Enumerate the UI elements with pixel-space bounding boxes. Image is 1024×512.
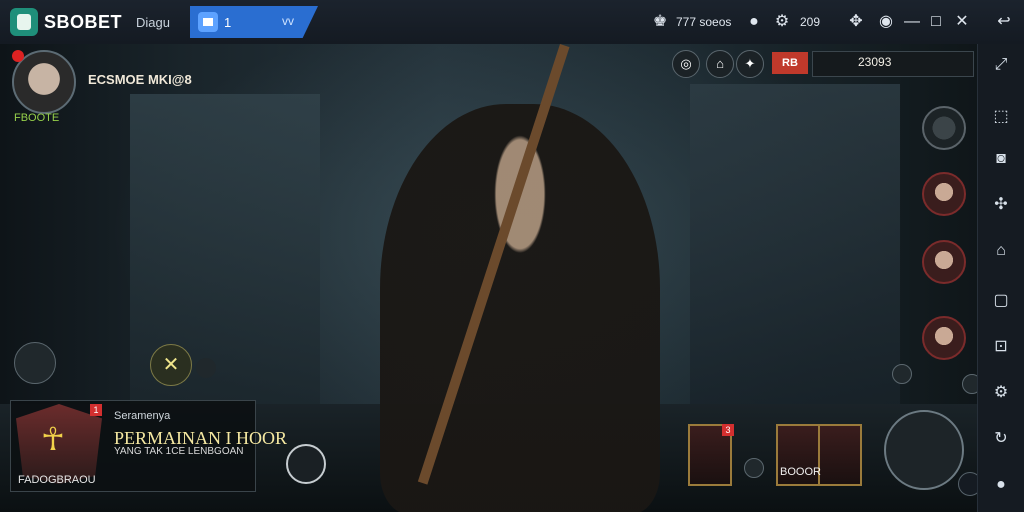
reload-button[interactable]: [286, 444, 326, 484]
home-icon[interactable]: [198, 12, 218, 32]
gamepad-icon[interactable]: ✥: [846, 12, 866, 32]
coin-icon[interactable]: ●: [744, 12, 764, 32]
brand-name: SBOBET: [44, 12, 123, 32]
player-name: ECSMOE MKI@8: [88, 72, 192, 87]
back-icon[interactable]: ↩: [994, 12, 1014, 32]
resource-value: 23093: [858, 55, 892, 69]
resource-bar: [812, 51, 974, 77]
close-icon[interactable]: ✕: [952, 12, 972, 32]
inventory-item-3[interactable]: [818, 424, 862, 486]
pet-icon[interactable]: [196, 358, 216, 378]
title-bar: SBOBET Diagu 1 vv ♚ 777 soeos ● ⚙ 209 ✥ …: [0, 0, 1024, 45]
puzzle-icon[interactable]: ✣: [990, 194, 1012, 216]
avatar-badge: [12, 50, 24, 62]
more-icon[interactable]: ●: [990, 474, 1012, 496]
movement-joystick[interactable]: [14, 342, 56, 384]
mission-badge: 1: [90, 404, 102, 416]
quest-icon[interactable]: ◎: [672, 50, 700, 78]
enemy-1-icon[interactable]: [922, 172, 966, 216]
status-text: 777 soeos: [676, 15, 732, 29]
ghost-icon[interactable]: [922, 106, 966, 150]
maximize-icon[interactable]: □: [926, 12, 946, 32]
expand-icon[interactable]: ⤢: [990, 54, 1012, 76]
gear-icon[interactable]: ⚙: [772, 12, 792, 32]
inventory-label: BOOOR: [780, 466, 821, 478]
mission-subtitle: Seramenya: [114, 410, 171, 422]
emulator-sidebar: ⤢ ⬚ ◙ ✣ ⌂ ▢ ⊡ ⚙ ↻ ●: [977, 44, 1024, 512]
rotate-icon[interactable]: ↻: [990, 428, 1012, 450]
compass-icon[interactable]: ✦: [736, 50, 764, 78]
swap-icon[interactable]: [744, 458, 764, 478]
minimize-icon[interactable]: —: [902, 12, 922, 32]
layers-icon[interactable]: ⌂: [990, 240, 1012, 262]
screenshot-icon[interactable]: ⬚: [990, 106, 1012, 128]
hand-icon[interactable]: [922, 316, 966, 360]
tab-label: 1: [224, 15, 232, 30]
fire-button[interactable]: [884, 410, 964, 490]
counter-text: 209: [800, 15, 821, 29]
enemy-2-icon[interactable]: [922, 240, 966, 284]
user-icon[interactable]: ♚: [650, 12, 670, 32]
inventory-badge: 3: [722, 424, 734, 436]
mission-footer: FADOGBRAOU: [18, 474, 96, 486]
square-icon[interactable]: ▢: [990, 290, 1012, 312]
settings-icon[interactable]: ⚙: [990, 382, 1012, 404]
map-icon[interactable]: ⌂: [706, 50, 734, 78]
chat-icon[interactable]: [892, 364, 912, 384]
app-title: Diagu: [136, 15, 170, 30]
skill-button[interactable]: ✕: [150, 344, 192, 386]
bluestacks-icon: [10, 8, 38, 36]
mission-description: YANG TAK 1CE LENBGOAN: [114, 446, 244, 457]
apk-icon[interactable]: ⊡: [990, 336, 1012, 358]
ankh-icon: ☥: [41, 421, 65, 457]
camera-icon[interactable]: ◙: [990, 148, 1012, 170]
help-icon[interactable]: ◉: [876, 12, 896, 32]
resource-red-badge[interactable]: RB: [772, 52, 808, 74]
player-level: FBOOTE: [14, 112, 60, 124]
ruin-right: [690, 84, 900, 424]
tab-chevron-icon[interactable]: vv: [282, 14, 294, 28]
